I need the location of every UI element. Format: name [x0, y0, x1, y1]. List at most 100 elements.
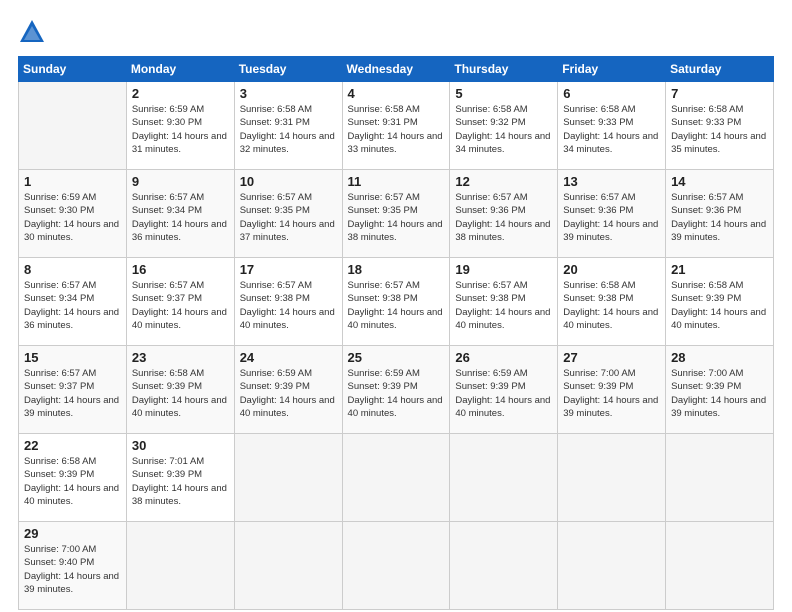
calendar-cell	[19, 82, 127, 170]
calendar-cell: 7 Sunrise: 6:58 AMSunset: 9:33 PMDaylight…	[666, 82, 774, 170]
day-info: Sunrise: 6:58 AMSunset: 9:39 PMDaylight:…	[24, 455, 121, 508]
day-number: 12	[455, 174, 552, 189]
calendar-cell	[126, 522, 234, 610]
day-info: Sunrise: 6:58 AMSunset: 9:38 PMDaylight:…	[563, 279, 660, 332]
day-number: 24	[240, 350, 337, 365]
calendar-cell: 2 Sunrise: 6:59 AMSunset: 9:30 PMDaylight…	[126, 82, 234, 170]
calendar-cell	[450, 434, 558, 522]
calendar-cell: 12 Sunrise: 6:57 AMSunset: 9:36 PMDayligh…	[450, 170, 558, 258]
day-number: 7	[671, 86, 768, 101]
day-info: Sunrise: 6:58 AMSunset: 9:33 PMDaylight:…	[671, 103, 768, 156]
day-info: Sunrise: 6:59 AMSunset: 9:39 PMDaylight:…	[240, 367, 337, 420]
calendar-header-thursday: Thursday	[450, 57, 558, 82]
day-number: 22	[24, 438, 121, 453]
calendar-cell: 13Sunrise: 6:57 AMSunset: 9:36 PMDayligh…	[558, 170, 666, 258]
day-info: Sunrise: 6:59 AMSunset: 9:30 PMDaylight:…	[132, 103, 229, 156]
calendar-cell: 6Sunrise: 6:58 AMSunset: 9:33 PMDaylight…	[558, 82, 666, 170]
logo	[18, 18, 50, 46]
calendar-cell: 8 Sunrise: 6:57 AMSunset: 9:34 PMDaylight…	[19, 258, 127, 346]
calendar-table: SundayMondayTuesdayWednesdayThursdayFrid…	[18, 56, 774, 610]
calendar-cell	[342, 434, 450, 522]
calendar-header-tuesday: Tuesday	[234, 57, 342, 82]
day-info: Sunrise: 6:57 AMSunset: 9:38 PMDaylight:…	[455, 279, 552, 332]
day-info: Sunrise: 6:57 AMSunset: 9:37 PMDaylight:…	[24, 367, 121, 420]
calendar-cell: 28 Sunrise: 7:00 AMSunset: 9:39 PMDayligh…	[666, 346, 774, 434]
calendar-header-monday: Monday	[126, 57, 234, 82]
calendar-cell: 18 Sunrise: 6:57 AMSunset: 9:38 PMDayligh…	[342, 258, 450, 346]
day-number: 1	[24, 174, 121, 189]
day-number: 5	[455, 86, 552, 101]
day-info: Sunrise: 7:01 AMSunset: 9:39 PMDaylight:…	[132, 455, 229, 508]
day-info: Sunrise: 6:57 AMSunset: 9:36 PMDaylight:…	[671, 191, 768, 244]
day-info: Sunrise: 6:57 AMSunset: 9:36 PMDaylight:…	[563, 191, 660, 244]
calendar-header-saturday: Saturday	[666, 57, 774, 82]
calendar-cell	[558, 434, 666, 522]
calendar-cell: 23 Sunrise: 6:58 AMSunset: 9:39 PMDayligh…	[126, 346, 234, 434]
day-number: 23	[132, 350, 229, 365]
day-info: Sunrise: 7:00 AMSunset: 9:39 PMDaylight:…	[671, 367, 768, 420]
day-info: Sunrise: 6:58 AMSunset: 9:39 PMDaylight:…	[132, 367, 229, 420]
calendar-cell	[234, 434, 342, 522]
day-info: Sunrise: 6:58 AMSunset: 9:31 PMDaylight:…	[348, 103, 445, 156]
day-info: Sunrise: 6:57 AMSunset: 9:38 PMDaylight:…	[240, 279, 337, 332]
calendar-cell: 5 Sunrise: 6:58 AMSunset: 9:32 PMDaylight…	[450, 82, 558, 170]
day-number: 15	[24, 350, 121, 365]
calendar-cell: 17 Sunrise: 6:57 AMSunset: 9:38 PMDayligh…	[234, 258, 342, 346]
calendar-cell	[450, 522, 558, 610]
day-info: Sunrise: 6:59 AMSunset: 9:39 PMDaylight:…	[348, 367, 445, 420]
day-number: 16	[132, 262, 229, 277]
day-number: 27	[563, 350, 660, 365]
day-info: Sunrise: 6:59 AMSunset: 9:30 PMDaylight:…	[24, 191, 121, 244]
calendar-cell: 27 Sunrise: 7:00 AMSunset: 9:39 PMDayligh…	[558, 346, 666, 434]
page: SundayMondayTuesdayWednesdayThursdayFrid…	[0, 0, 792, 612]
calendar-cell: 25 Sunrise: 6:59 AMSunset: 9:39 PMDayligh…	[342, 346, 450, 434]
day-info: Sunrise: 6:57 AMSunset: 9:35 PMDaylight:…	[240, 191, 337, 244]
day-info: Sunrise: 7:00 AMSunset: 9:39 PMDaylight:…	[563, 367, 660, 420]
calendar-header-wednesday: Wednesday	[342, 57, 450, 82]
day-number: 3	[240, 86, 337, 101]
day-info: Sunrise: 6:57 AMSunset: 9:34 PMDaylight:…	[24, 279, 121, 332]
calendar-cell: 26Sunrise: 6:59 AMSunset: 9:39 PMDayligh…	[450, 346, 558, 434]
day-number: 8	[24, 262, 121, 277]
calendar-cell: 19 Sunrise: 6:57 AMSunset: 9:38 PMDayligh…	[450, 258, 558, 346]
calendar-cell: 1 Sunrise: 6:59 AMSunset: 9:30 PMDaylight…	[19, 170, 127, 258]
calendar-cell: 22 Sunrise: 6:58 AMSunset: 9:39 PMDayligh…	[19, 434, 127, 522]
day-number: 26	[455, 350, 552, 365]
day-info: Sunrise: 6:58 AMSunset: 9:39 PMDaylight:…	[671, 279, 768, 332]
header	[18, 18, 774, 46]
calendar-cell: 3Sunrise: 6:58 AMSunset: 9:31 PMDaylight…	[234, 82, 342, 170]
day-number: 2	[132, 86, 229, 101]
calendar-cell: 15 Sunrise: 6:57 AMSunset: 9:37 PMDayligh…	[19, 346, 127, 434]
calendar-cell: 10 Sunrise: 6:57 AMSunset: 9:35 PMDayligh…	[234, 170, 342, 258]
day-number: 9	[132, 174, 229, 189]
day-number: 14	[671, 174, 768, 189]
calendar-cell: 29Sunrise: 7:00 AMSunset: 9:40 PMDayligh…	[19, 522, 127, 610]
calendar-cell: 4 Sunrise: 6:58 AMSunset: 9:31 PMDaylight…	[342, 82, 450, 170]
calendar-cell	[666, 522, 774, 610]
calendar-cell	[666, 434, 774, 522]
calendar-cell	[342, 522, 450, 610]
day-number: 30	[132, 438, 229, 453]
calendar-cell: 11Sunrise: 6:57 AMSunset: 9:35 PMDayligh…	[342, 170, 450, 258]
calendar-cell: 16 Sunrise: 6:57 AMSunset: 9:37 PMDayligh…	[126, 258, 234, 346]
day-info: Sunrise: 6:57 AMSunset: 9:35 PMDaylight:…	[348, 191, 445, 244]
day-info: Sunrise: 6:57 AMSunset: 9:38 PMDaylight:…	[348, 279, 445, 332]
day-info: Sunrise: 6:57 AMSunset: 9:34 PMDaylight:…	[132, 191, 229, 244]
day-number: 4	[348, 86, 445, 101]
day-number: 29	[24, 526, 121, 541]
day-number: 21	[671, 262, 768, 277]
day-info: Sunrise: 6:58 AMSunset: 9:33 PMDaylight:…	[563, 103, 660, 156]
day-info: Sunrise: 6:57 AMSunset: 9:37 PMDaylight:…	[132, 279, 229, 332]
day-info: Sunrise: 6:58 AMSunset: 9:32 PMDaylight:…	[455, 103, 552, 156]
logo-icon	[18, 18, 46, 46]
day-number: 18	[348, 262, 445, 277]
day-number: 10	[240, 174, 337, 189]
calendar-cell	[234, 522, 342, 610]
day-number: 25	[348, 350, 445, 365]
day-number: 19	[455, 262, 552, 277]
day-number: 28	[671, 350, 768, 365]
day-info: Sunrise: 6:57 AMSunset: 9:36 PMDaylight:…	[455, 191, 552, 244]
calendar-cell: 9 Sunrise: 6:57 AMSunset: 9:34 PMDaylight…	[126, 170, 234, 258]
day-number: 17	[240, 262, 337, 277]
calendar-header-friday: Friday	[558, 57, 666, 82]
